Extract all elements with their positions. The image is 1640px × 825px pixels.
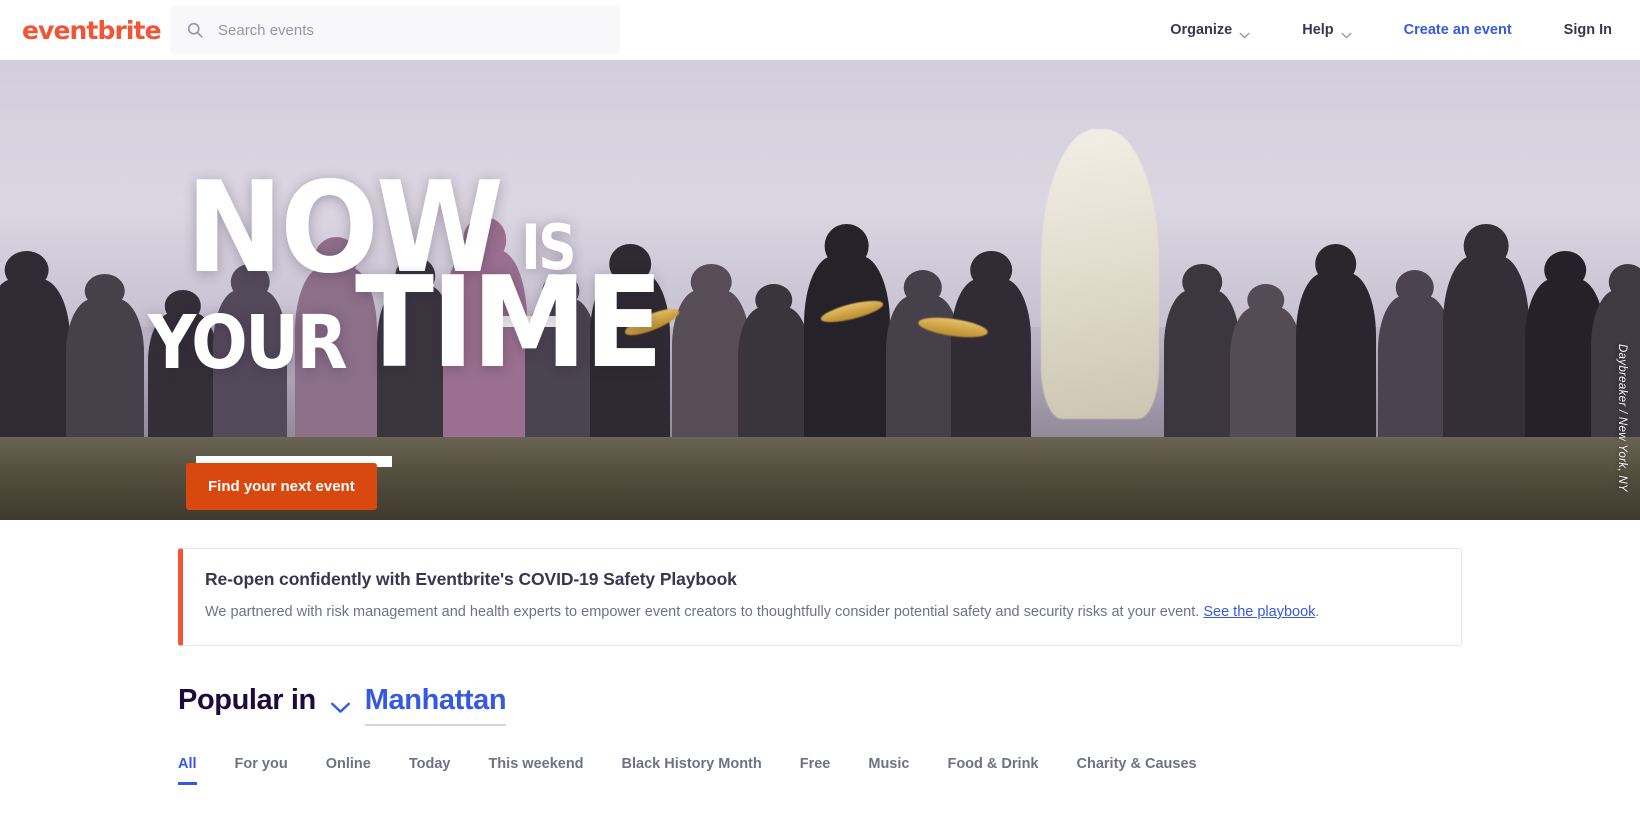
nav-item-label: Help xyxy=(1302,22,1334,38)
tab-black-history-month[interactable]: Black History Month xyxy=(622,756,762,785)
tab-for-you[interactable]: For you xyxy=(235,756,288,785)
nav-item-label: Organize xyxy=(1170,22,1233,38)
location-selector[interactable]: Manhattan xyxy=(364,684,507,727)
search-bar[interactable] xyxy=(170,6,620,54)
hero-banner: NOW IS YOUR TIME Find your next event Da… xyxy=(0,60,1640,520)
banner-body-suffix: . xyxy=(1315,604,1320,620)
eventbrite-logo[interactable]: eventbrite xyxy=(22,16,162,45)
tab-music[interactable]: Music xyxy=(868,756,909,785)
tab-all[interactable]: All xyxy=(178,756,197,786)
tab-food-and-drink[interactable]: Food & Drink xyxy=(947,756,1038,785)
nav-item-organize[interactable]: Organize xyxy=(1170,22,1250,39)
hero-costume xyxy=(1041,128,1160,419)
tab-charity-and-causes[interactable]: Charity & Causes xyxy=(1077,756,1197,785)
banner-body-text: We partnered with risk management and he… xyxy=(205,604,1204,620)
search-icon xyxy=(186,21,204,39)
chevron-down-icon[interactable] xyxy=(330,701,351,714)
nav-item-create-an-event[interactable]: Create an event xyxy=(1404,22,1512,38)
find-your-next-event-button[interactable]: Find your next event xyxy=(186,463,377,510)
photo-credit: Daybreaker / New York, NY xyxy=(1616,344,1628,492)
popular-in-label: Popular in xyxy=(178,684,316,717)
tab-this-weekend[interactable]: This weekend xyxy=(488,756,583,785)
nav-item-sign-in[interactable]: Sign In xyxy=(1564,22,1612,38)
tab-today[interactable]: Today xyxy=(409,756,451,785)
see-the-playbook-link[interactable]: See the playbook xyxy=(1203,604,1315,620)
category-tabs: All For you Online Today This weekend Bl… xyxy=(178,756,1462,786)
chevron-down-icon xyxy=(1341,27,1352,39)
banner-headline: Re-open confidently with Eventbrite's CO… xyxy=(205,569,737,589)
popular-in-heading: Popular in Manhattan xyxy=(178,684,1462,727)
chevron-down-icon xyxy=(1239,27,1250,39)
banner-body: We partnered with risk management and he… xyxy=(205,602,1437,623)
tab-online[interactable]: Online xyxy=(326,756,371,785)
covid-safety-banner: Re-open confidently with Eventbrite's CO… xyxy=(178,548,1462,647)
nav-item-help[interactable]: Help xyxy=(1302,22,1352,39)
tab-free[interactable]: Free xyxy=(800,756,831,785)
header-nav: Organize Help Create an event Sign In xyxy=(1118,22,1640,39)
hero-photo xyxy=(0,60,1640,520)
site-header: eventbrite Organize Help Create an event… xyxy=(0,0,1640,60)
main-content: Re-open confidently with Eventbrite's CO… xyxy=(0,548,1640,786)
search-input[interactable] xyxy=(218,21,604,39)
hero-crowd xyxy=(0,128,1640,456)
